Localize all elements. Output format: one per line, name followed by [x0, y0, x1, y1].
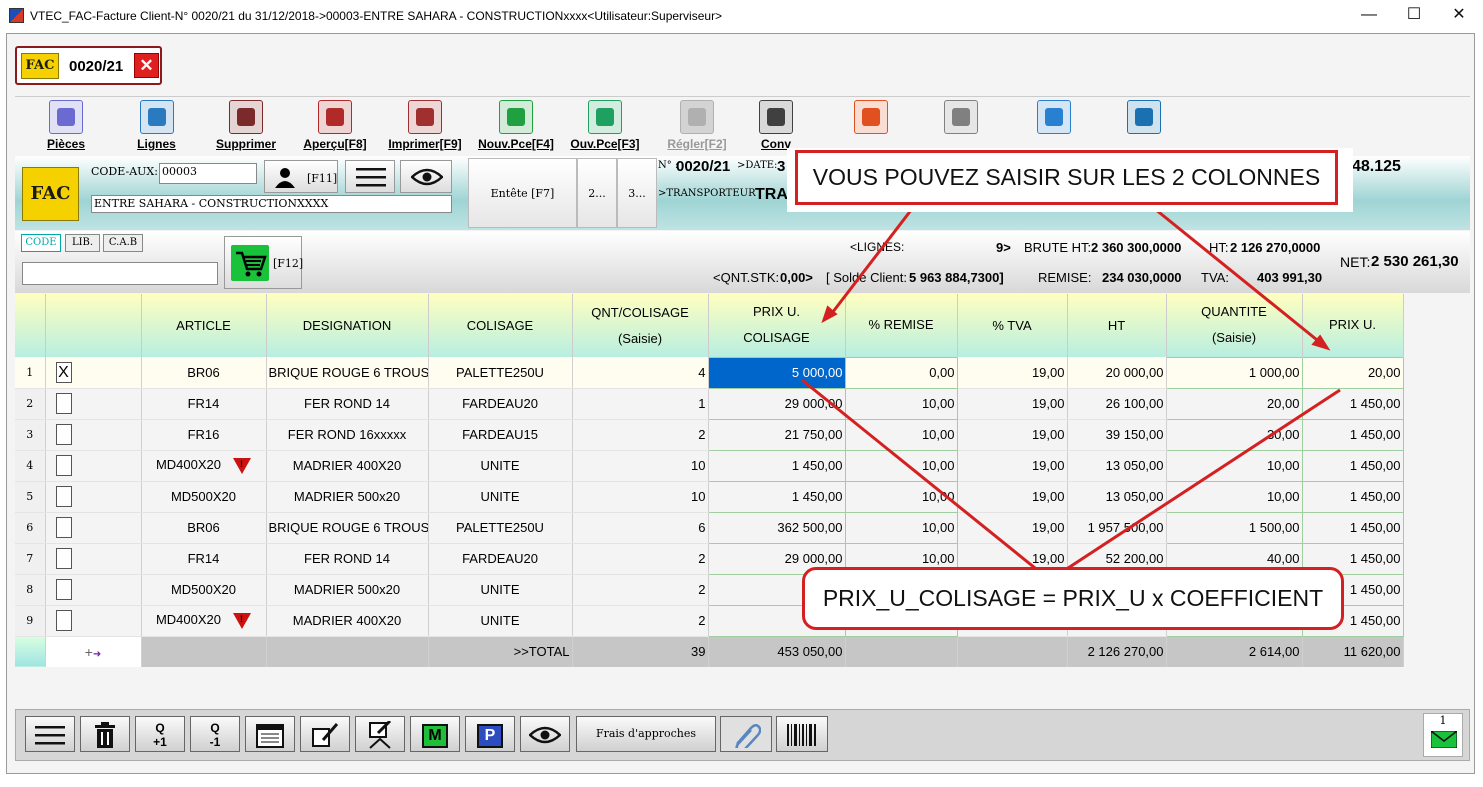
callout-top: VOUS POUVEZ SAISIR SUR LES 2 COLONNES: [795, 150, 1338, 205]
line-from-prix-u-cell: [1061, 388, 1341, 574]
callout-bottom: PRIX_U_COLISAGE = PRIX_U x COEFFICIENT: [802, 567, 1344, 630]
arrow-to-prix-colisage: [827, 204, 917, 318]
line-from-colisage-cell: [801, 378, 1041, 574]
annotation-arrows: [801, 203, 1341, 574]
arrow-to-prix-u: [1149, 203, 1323, 346]
